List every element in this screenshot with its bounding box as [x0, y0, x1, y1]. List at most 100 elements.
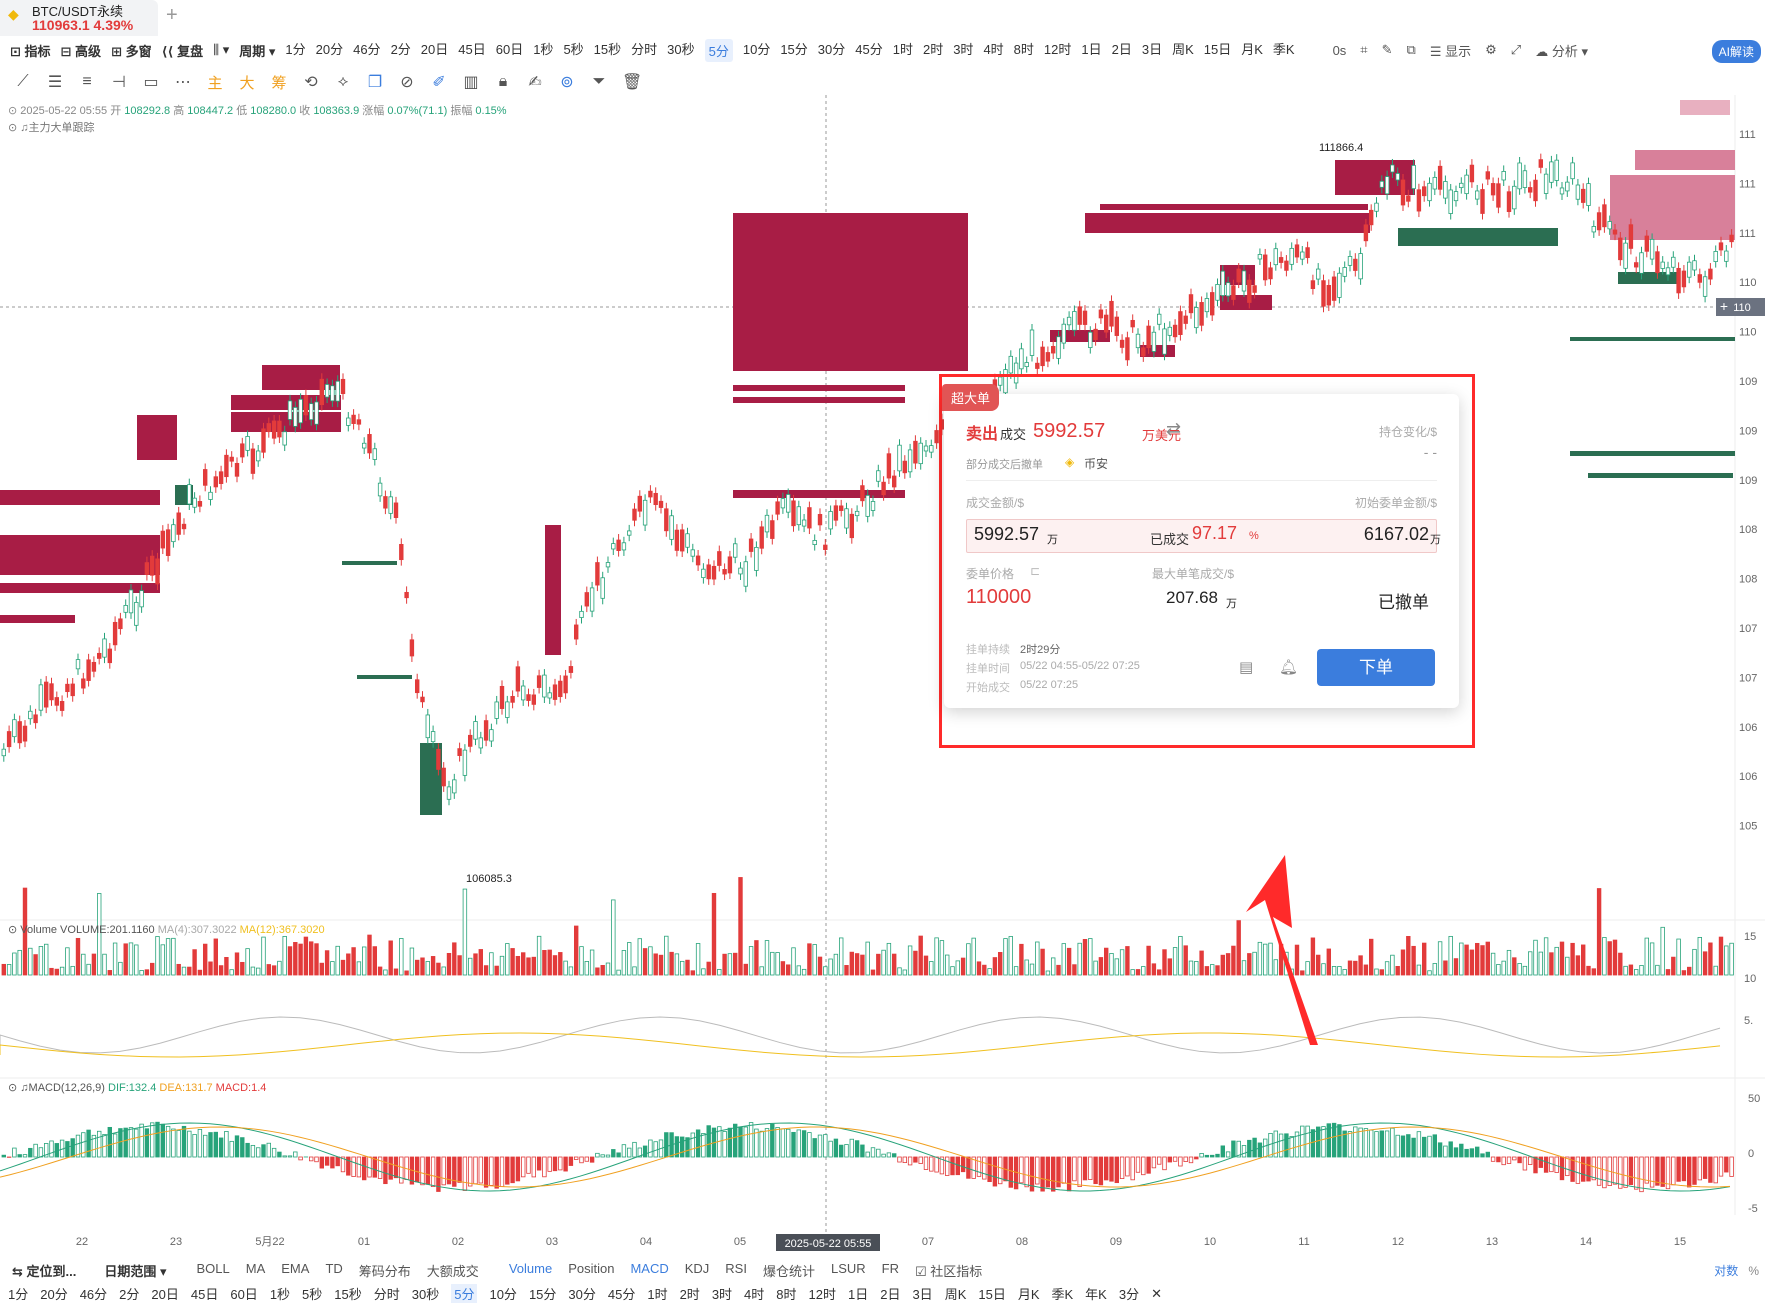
trash-icon[interactable]: 🗑︎: [622, 72, 642, 92]
bottom-period-option[interactable]: 2日: [880, 1284, 900, 1303]
period-option[interactable]: 1秒: [533, 39, 553, 62]
bottom-period-option[interactable]: 1分: [8, 1284, 28, 1303]
bottom-period-option[interactable]: 45日: [191, 1284, 218, 1303]
bottom-period-option[interactable]: 1秒: [270, 1284, 290, 1303]
period-option[interactable]: 46分: [353, 39, 380, 62]
bottom-period-option[interactable]: 15秒: [334, 1284, 361, 1303]
period-option[interactable]: 4时: [983, 39, 1003, 62]
lock-icon[interactable]: 🔒︎: [494, 73, 512, 91]
sub-indicator-option[interactable]: RSI: [725, 1261, 747, 1280]
period-option[interactable]: 5分: [704, 38, 733, 62]
period-option[interactable]: 45日: [458, 39, 485, 62]
bottom-period-option[interactable]: 2时: [680, 1284, 700, 1303]
parallel-tool-icon[interactable]: ☰: [46, 72, 64, 92]
bottom-period-option[interactable]: 月K: [1018, 1284, 1040, 1303]
pen-icon[interactable]: ✎: [1382, 42, 1393, 58]
main-indicator-option[interactable]: BOLL: [197, 1261, 230, 1280]
bottom-period-option[interactable]: 45分: [608, 1284, 635, 1303]
tab-btc-usdt[interactable]: ◆ BTC/USDT永续 110963.1 4.39%: [0, 0, 158, 36]
period-option[interactable]: 1分: [285, 39, 305, 62]
advanced-button[interactable]: ⊟ 高级: [61, 41, 102, 60]
bottom-period-option[interactable]: 分时: [374, 1284, 400, 1303]
period-option[interactable]: 周K: [1172, 39, 1194, 62]
bottom-period-option[interactable]: 10分: [489, 1284, 516, 1303]
main-force-tracking-label[interactable]: ⊙ ♫主力大单跟踪: [8, 119, 95, 135]
add-tab-button[interactable]: +: [166, 4, 178, 27]
bottom-period-option[interactable]: 1日: [848, 1284, 868, 1303]
refresh-0s[interactable]: 0s: [1333, 43, 1347, 58]
period-option[interactable]: 5秒: [563, 39, 583, 62]
bottom-period-option[interactable]: 3日: [912, 1284, 932, 1303]
sub-indicator-option[interactable]: LSUR: [831, 1261, 866, 1280]
log-scale-toggle[interactable]: 对数 %: [1714, 1262, 1759, 1279]
rectangle-tool-icon[interactable]: ▭: [142, 72, 160, 92]
main-force-icon[interactable]: 主: [206, 72, 224, 93]
sub-indicator-option[interactable]: FR: [882, 1261, 899, 1280]
sync-icon[interactable]: ⟲: [302, 72, 320, 92]
more-tools-icon[interactable]: ⋯: [174, 72, 192, 92]
period-option[interactable]: 45分: [855, 39, 882, 62]
period-dropdown[interactable]: 周期 ▾: [239, 41, 275, 60]
bottom-period-option[interactable]: 季K: [1052, 1284, 1074, 1303]
period-option[interactable]: 1时: [893, 39, 913, 62]
fullscreen-icon[interactable]: ⤢: [1511, 42, 1521, 58]
main-indicator-option[interactable]: 大额成交: [427, 1261, 479, 1280]
magnet-icon[interactable]: ⊚: [558, 72, 576, 92]
period-option[interactable]: 2时: [923, 39, 943, 62]
bottom-period-option[interactable]: 12时: [809, 1284, 836, 1303]
swap-icon[interactable]: ⇄: [1166, 419, 1181, 440]
bottom-period-option[interactable]: 8时: [776, 1284, 796, 1303]
settings-icon[interactable]: ⚙: [1485, 42, 1497, 58]
bottom-period-option[interactable]: 4时: [744, 1284, 764, 1303]
period-option[interactable]: 30分: [818, 39, 845, 62]
chart-type-dropdown[interactable]: ⫼ ▾: [213, 42, 229, 58]
screen-icon[interactable]: ⧉: [1407, 42, 1416, 58]
period-option[interactable]: 2日: [1112, 39, 1132, 62]
display-button[interactable]: ☰ 显示: [1430, 41, 1471, 60]
period-option[interactable]: 30秒: [667, 39, 694, 62]
sub-indicator-option[interactable]: Position: [568, 1261, 614, 1280]
bottom-period-option[interactable]: 2分: [119, 1284, 139, 1303]
sub-indicator-option[interactable]: Volume: [509, 1261, 552, 1280]
channel-tool-icon[interactable]: ≡: [78, 73, 96, 91]
bottom-period-option[interactable]: 15日: [978, 1284, 1005, 1303]
period-option[interactable]: 季K: [1273, 39, 1295, 62]
period-option[interactable]: 10分: [743, 39, 770, 62]
sub-indicator-option[interactable]: 爆仓统计: [763, 1261, 815, 1280]
bottom-period-option[interactable]: 20日: [151, 1284, 178, 1303]
copy-icon[interactable]: ❐: [366, 72, 384, 92]
period-option[interactable]: 15秒: [594, 39, 621, 62]
place-order-button[interactable]: 下单: [1317, 649, 1435, 686]
main-indicator-option[interactable]: TD: [325, 1261, 342, 1280]
bottom-period-option[interactable]: 周K: [945, 1284, 967, 1303]
indicator-button[interactable]: ⊡ 指标: [10, 41, 51, 60]
camera-icon[interactable]: ⌗: [1360, 42, 1367, 58]
bottom-period-option[interactable]: 20分: [40, 1284, 67, 1303]
period-option[interactable]: 20分: [316, 39, 343, 62]
period-option[interactable]: 3日: [1142, 39, 1162, 62]
period-option[interactable]: 1日: [1081, 39, 1101, 62]
main-indicator-option[interactable]: MA: [246, 1261, 266, 1280]
main-indicator-option[interactable]: 筹码分布: [359, 1261, 411, 1280]
bottom-period-option[interactable]: 5秒: [302, 1284, 322, 1303]
bottom-period-option[interactable]: 5分: [451, 1284, 478, 1303]
filter-icon[interactable]: ⏷: [590, 73, 608, 91]
community-indicator-button[interactable]: ☑ 社区指标: [915, 1261, 982, 1280]
bottom-period-option[interactable]: 30秒: [412, 1284, 439, 1303]
chip-icon[interactable]: 筹: [270, 72, 288, 93]
bottom-period-option[interactable]: 46分: [80, 1284, 107, 1303]
period-option[interactable]: 月K: [1241, 39, 1263, 62]
bell-icon[interactable]: 🔔︎: [1279, 658, 1298, 676]
replay-button[interactable]: ⟨⟨ 复盘: [162, 41, 204, 60]
multi-window-button[interactable]: ⊞ 多窗: [111, 41, 152, 60]
date-range-dropdown[interactable]: 日期范围 ▾: [104, 1261, 166, 1280]
bottom-period-option[interactable]: 年K: [1085, 1284, 1107, 1303]
big-order-icon[interactable]: 大: [238, 72, 256, 93]
bottom-period-option[interactable]: 3分: [1119, 1284, 1139, 1303]
period-option[interactable]: 8时: [1014, 39, 1034, 62]
period-option[interactable]: 60日: [496, 39, 523, 62]
line-tool-icon[interactable]: ⟋: [14, 73, 32, 91]
period-option[interactable]: 20日: [421, 39, 448, 62]
sub-indicator-option[interactable]: MACD: [630, 1261, 668, 1280]
measure-icon[interactable]: ⟡: [334, 73, 352, 91]
